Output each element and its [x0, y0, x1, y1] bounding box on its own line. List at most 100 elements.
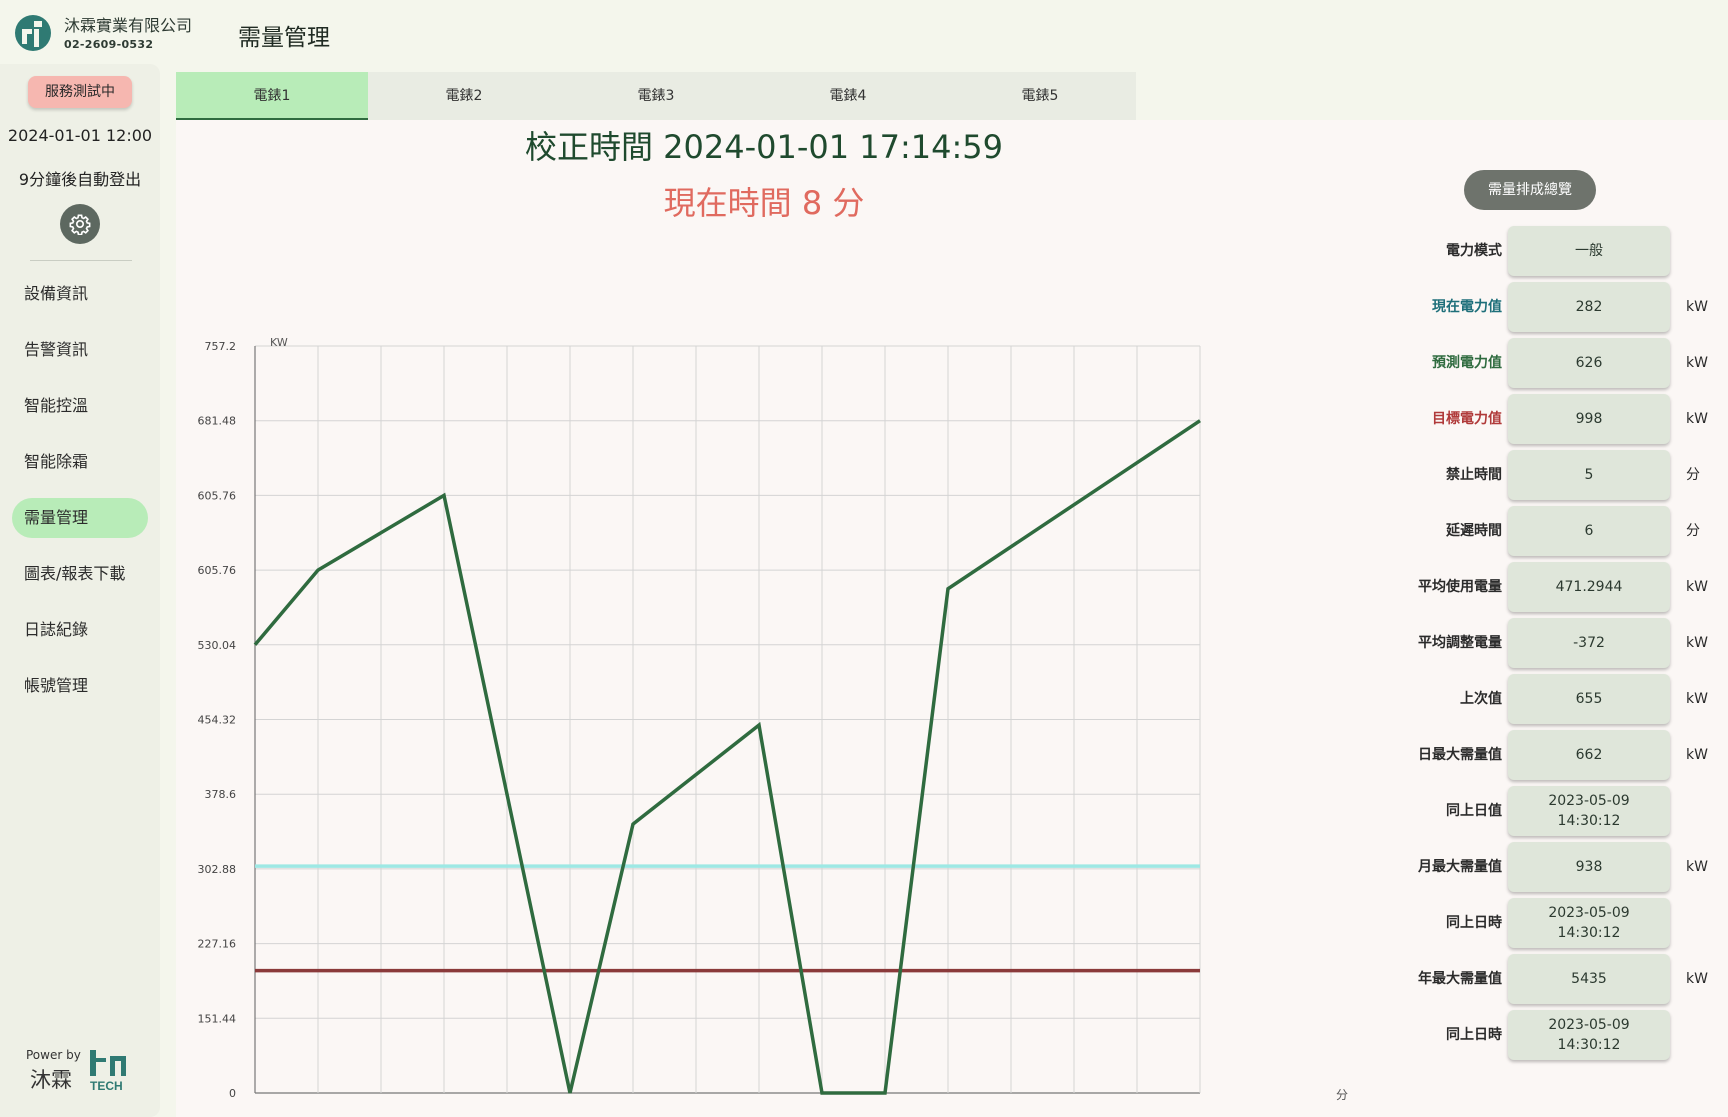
sidebar-item-smart-defrost[interactable]: 智能除霜 [12, 442, 148, 482]
param-row: 日最大需量值 662 kW [1372, 730, 1712, 786]
y-tick-label: 378.6 [205, 788, 237, 801]
param-row: 同上日時 2023-05-09 14:30:12 [1372, 898, 1712, 954]
param-label: 日最大需量值 [1418, 747, 1502, 763]
param-value: 626 [1508, 338, 1670, 388]
auto-logout-notice: 9分鐘後自動登出 [18, 170, 142, 189]
param-unit: kW [1686, 579, 1708, 595]
series-line [253, 419, 1201, 1095]
sidebar-item-alarm-info[interactable]: 告警資訊 [12, 330, 148, 370]
sidebar-datetime: 2024-01-01 12:00 [7, 126, 153, 145]
tab-meter-4[interactable]: 電錶4 [752, 72, 944, 120]
param-row: 平均調整電量 -372 kW [1372, 618, 1712, 674]
param-label: 同上日時 [1446, 1027, 1502, 1043]
parameter-panel: 電力模式 一般 現在電力值 282 kW 預測電力值 626 kW 目標電力值 998 kW 禁止時間… [1372, 226, 1712, 1066]
param-unit: kW [1686, 299, 1708, 315]
param-value: 6 [1508, 506, 1670, 556]
y-tick-label: 0 [229, 1087, 236, 1100]
param-row: 年最大需量值 5435 kW [1372, 954, 1712, 1010]
y-tick-label: 302.88 [198, 863, 237, 876]
x-axis-label: 分 [1336, 1088, 1348, 1102]
param-label: 同上日時 [1446, 915, 1502, 931]
param-label: 年最大需量值 [1418, 971, 1502, 987]
param-row: 現在電力值 282 kW [1372, 282, 1712, 338]
brand-name: 沐霖 [30, 1068, 72, 1092]
param-label: 上次值 [1460, 691, 1502, 707]
tab-meter-1[interactable]: 電錶1 [176, 72, 368, 120]
param-row: 禁止時間 5 分 [1372, 450, 1712, 506]
param-value: 2023-05-09 14:30:12 [1508, 898, 1670, 948]
param-value: 471.2944 [1508, 562, 1670, 612]
sidebar-item-demand[interactable]: 需量管理 [12, 498, 148, 538]
chart-series [253, 419, 1201, 1095]
y-tick-label: 605.76 [198, 489, 237, 502]
y-tick-label: 151.44 [198, 1012, 237, 1025]
svg-text:TECH: TECH [90, 1079, 123, 1092]
sidebar-item-smart-temp[interactable]: 智能控溫 [12, 386, 148, 426]
param-row: 目標電力值 998 kW [1372, 394, 1712, 450]
sidebar-divider [30, 260, 132, 261]
y-tick-label: 454.32 [198, 714, 237, 727]
meter-tabs: 電錶1 電錶2 電錶3 電錶4 電錶5 [176, 72, 1136, 120]
y-tick-label: 530.04 [198, 639, 237, 652]
param-value: 662 [1508, 730, 1670, 780]
param-value: 938 [1508, 842, 1670, 892]
sidebar-item-device-info[interactable]: 設備資訊 [12, 274, 148, 314]
sidebar: 服務測試中 2024-01-01 12:00 9分鐘後自動登出 設備資訊 告警資… [0, 64, 160, 1117]
param-row: 上次值 655 kW [1372, 674, 1712, 730]
y-axis-ticks: 0 151.44 227.16 302.88 378.6 454.32 530.04 605.… [198, 340, 237, 1100]
param-unit: kW [1686, 355, 1708, 371]
param-value: 998 [1508, 394, 1670, 444]
main-content: 校正時間 2024-01-01 17:14:59 現在時間 8 分 0 151.4… [176, 120, 1728, 1117]
param-value: 一般 [1508, 226, 1670, 276]
settings-button[interactable] [60, 204, 100, 244]
company-name: 沐霖實業有限公司 [64, 16, 193, 35]
demand-line-chart: 0 151.44 227.16 302.88 378.6 454.32 530.04 605.… [198, 336, 1349, 1102]
param-value: 5435 [1508, 954, 1670, 1004]
tab-meter-5[interactable]: 電錶5 [944, 72, 1136, 120]
param-unit: kW [1686, 859, 1708, 875]
y-axis-label: KW [270, 336, 288, 349]
param-unit: kW [1686, 635, 1708, 651]
page-title: 需量管理 [238, 25, 330, 51]
param-label: 平均調整電量 [1418, 635, 1502, 651]
param-unit: kW [1686, 747, 1708, 763]
param-unit: 分 [1686, 467, 1700, 483]
param-label: 電力模式 [1446, 243, 1502, 259]
company-phone: 02-2609-0532 [64, 38, 154, 51]
app-header: 沐霖實業有限公司 02-2609-0532 需量管理 [0, 0, 1728, 64]
sidebar-item-report-download[interactable]: 圖表/報表下載 [12, 554, 148, 594]
tab-meter-3[interactable]: 電錶3 [560, 72, 752, 120]
param-row: 延遲時間 6 分 [1372, 506, 1712, 562]
param-value: -372 [1508, 618, 1670, 668]
company-logo-icon [14, 14, 52, 52]
demand-schedule-overview-button[interactable]: 需量排成總覽 [1464, 170, 1596, 210]
brand-logo-icon: TECH [88, 1048, 128, 1096]
param-value: 2023-05-09 14:30:12 [1508, 786, 1670, 836]
y-tick-label: 757.2 [205, 340, 237, 353]
param-row: 同上日時 2023-05-09 14:30:12 [1372, 1010, 1712, 1066]
param-row: 同上日值 2023-05-09 14:30:12 [1372, 786, 1712, 842]
param-row: 預測電力值 626 kW [1372, 338, 1712, 394]
tab-meter-2[interactable]: 電錶2 [368, 72, 560, 120]
current-time: 現在時間 8 分 [663, 184, 865, 222]
param-row: 月最大需量值 938 kW [1372, 842, 1712, 898]
gear-icon [69, 214, 91, 235]
reference-lines [255, 864, 1200, 973]
param-value: 5 [1508, 450, 1670, 500]
param-label: 延遲時間 [1446, 523, 1502, 539]
param-row: 電力模式 一般 [1372, 226, 1712, 282]
param-label: 平均使用電量 [1418, 579, 1502, 595]
sidebar-item-accounts[interactable]: 帳號管理 [12, 666, 148, 706]
param-unit: kW [1686, 971, 1708, 987]
param-value: 655 [1508, 674, 1670, 724]
param-label: 同上日值 [1446, 803, 1502, 819]
calibration-time: 校正時間 2024-01-01 17:14:59 [524, 128, 1004, 166]
param-unit: kW [1686, 411, 1708, 427]
sidebar-item-logs[interactable]: 日誌紀錄 [12, 610, 148, 650]
y-tick-label: 605.76 [198, 564, 237, 577]
sidebar-nav: 設備資訊 告警資訊 智能控溫 智能除霜 需量管理 圖表/報表下載 日誌紀錄 帳號… [12, 274, 148, 722]
y-tick-label: 227.16 [198, 938, 237, 951]
param-label: 目標電力值 [1432, 411, 1502, 427]
service-status-badge: 服務測試中 [28, 76, 132, 108]
param-row: 平均使用電量 471.2944 kW [1372, 562, 1712, 618]
